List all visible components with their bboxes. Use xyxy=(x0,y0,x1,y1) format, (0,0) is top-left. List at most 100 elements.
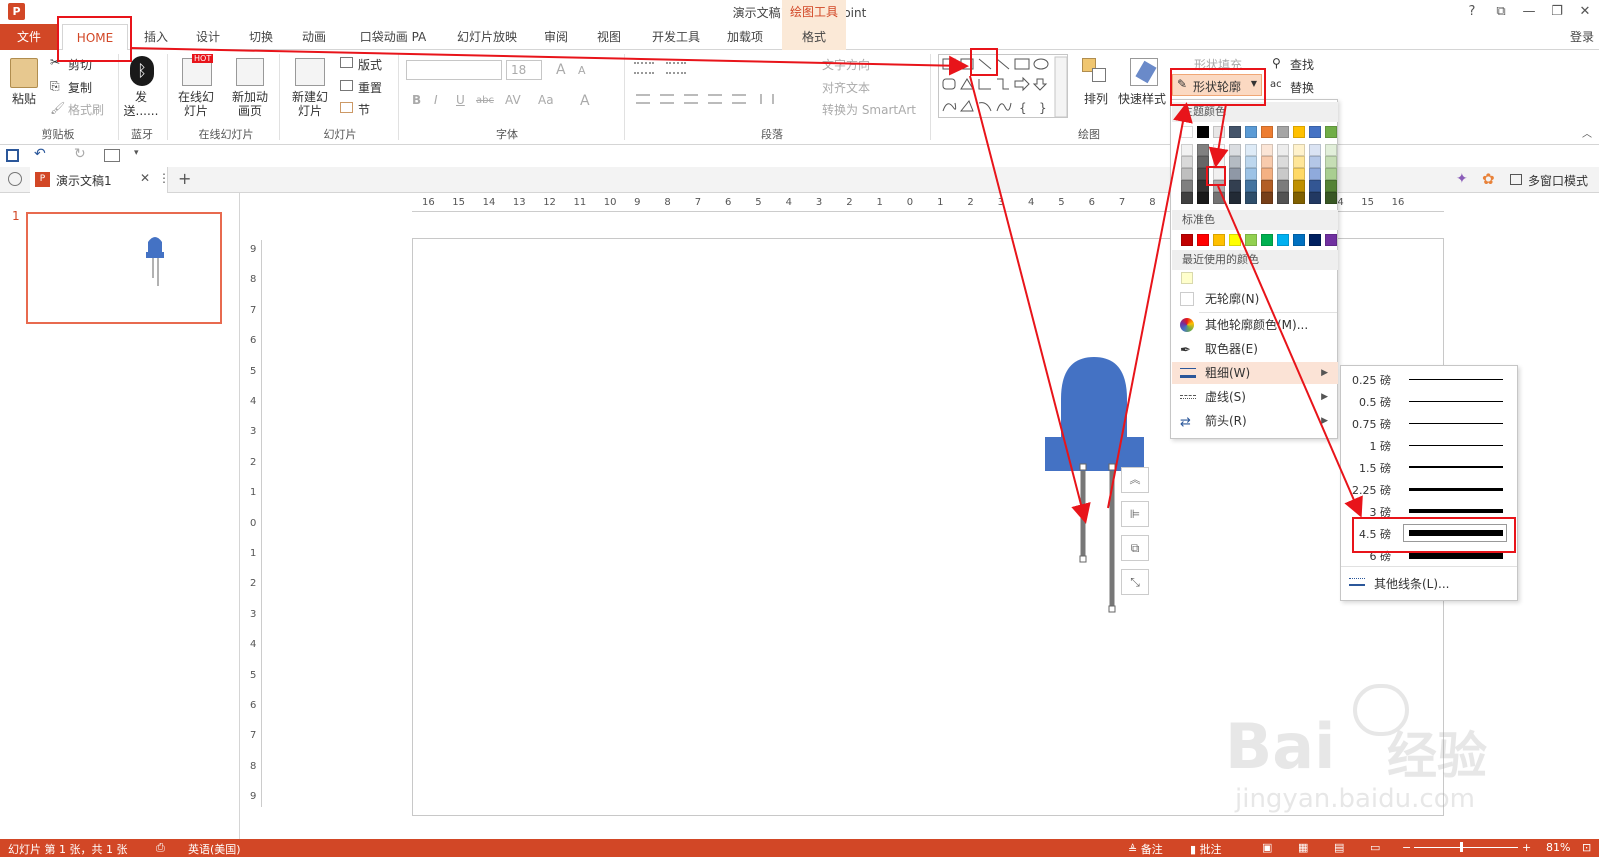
tab-home[interactable]: HOME xyxy=(62,24,128,51)
color-swatch[interactable] xyxy=(1181,192,1193,204)
color-swatch[interactable] xyxy=(1229,234,1241,246)
color-swatch[interactable] xyxy=(1277,144,1289,156)
weight-option[interactable]: 0.5 磅 xyxy=(1341,390,1517,412)
color-swatch[interactable] xyxy=(1229,144,1241,156)
color-swatch[interactable] xyxy=(1261,234,1273,246)
shapes-gallery[interactable]: { } xyxy=(938,54,1068,118)
align-center-icon[interactable] xyxy=(660,94,674,104)
color-swatch[interactable] xyxy=(1309,180,1321,192)
color-swatch[interactable] xyxy=(1261,192,1273,204)
color-swatch[interactable] xyxy=(1213,126,1225,138)
color-swatch[interactable] xyxy=(1213,192,1225,204)
shape-outline-button[interactable]: ✎ 形状轮廓 ▼ xyxy=(1172,74,1262,96)
color-swatch[interactable] xyxy=(1325,180,1337,192)
close-button[interactable]: ✕ xyxy=(1574,3,1596,21)
weight-option[interactable]: 1.5 磅 xyxy=(1341,456,1517,478)
weight-option[interactable]: 1 磅 xyxy=(1341,434,1517,456)
new-animation-page-icon[interactable] xyxy=(236,58,264,86)
align-right-icon[interactable] xyxy=(684,94,698,104)
online-slides-button[interactable]: 在线幻灯片 xyxy=(174,90,218,118)
save-icon[interactable] xyxy=(6,149,19,162)
multiwindow-button[interactable]: 多窗口模式 xyxy=(1528,172,1588,189)
color-swatch[interactable] xyxy=(1229,168,1241,180)
color-swatch[interactable] xyxy=(1197,180,1209,192)
cut-button[interactable]: 剪切 xyxy=(68,56,92,73)
slideshow-start-icon[interactable] xyxy=(104,149,120,162)
zoom-level[interactable]: 81% xyxy=(1546,841,1570,854)
multiwindow-icon[interactable] xyxy=(1510,174,1522,185)
tab-developer[interactable]: 开发工具 xyxy=(645,24,707,50)
color-swatch[interactable] xyxy=(1181,272,1193,284)
tab-transitions[interactable]: 切换 xyxy=(243,24,279,50)
new-animation-page-button[interactable]: 新加动画页 xyxy=(228,90,272,118)
columns-icon[interactable] xyxy=(760,94,774,104)
char-spacing-button[interactable]: AV xyxy=(505,93,521,107)
color-swatch[interactable] xyxy=(1181,180,1193,192)
arrows-item[interactable]: ⇄ 箭头(R) ▶ xyxy=(1172,410,1338,432)
color-swatch[interactable] xyxy=(1245,156,1257,168)
color-swatch[interactable] xyxy=(1293,156,1305,168)
color-swatch[interactable] xyxy=(1213,156,1225,168)
color-swatch[interactable] xyxy=(1229,180,1241,192)
bullets-icon[interactable] xyxy=(634,62,654,74)
reset-button[interactable]: 重置 xyxy=(358,79,382,96)
color-swatch[interactable] xyxy=(1309,234,1321,246)
login-link[interactable]: 登录 xyxy=(1570,28,1594,45)
numbering-icon[interactable] xyxy=(666,62,686,74)
bluetooth-icon[interactable]: ᛒ xyxy=(130,56,154,86)
tab-file[interactable]: 文件 xyxy=(0,24,58,50)
color-swatch[interactable] xyxy=(1261,126,1273,138)
color-swatch[interactable] xyxy=(1325,168,1337,180)
color-swatch[interactable] xyxy=(1229,156,1241,168)
tab-addins[interactable]: 加载项 xyxy=(720,24,770,50)
color-swatch[interactable] xyxy=(1261,156,1273,168)
ribbon-display-button[interactable]: ⧉ xyxy=(1490,3,1512,21)
color-swatch[interactable] xyxy=(1197,192,1209,204)
color-swatch[interactable] xyxy=(1245,192,1257,204)
color-swatch[interactable] xyxy=(1309,168,1321,180)
bluetooth-send-button[interactable]: 发送...... xyxy=(123,90,159,118)
close-tab-icon[interactable]: ✕ xyxy=(140,171,150,185)
more-lines-item[interactable]: 其他线条(L)... xyxy=(1341,572,1517,592)
color-swatch[interactable] xyxy=(1245,144,1257,156)
new-tab-icon[interactable]: + xyxy=(178,169,191,188)
weight-option[interactable]: 0.25 磅 xyxy=(1341,368,1517,390)
normal-view-icon[interactable]: ▣ xyxy=(1262,841,1272,854)
layout-button[interactable]: 版式 xyxy=(358,56,382,73)
color-swatch[interactable] xyxy=(1293,126,1305,138)
color-swatch[interactable] xyxy=(1197,126,1209,138)
tab-view[interactable]: 视图 xyxy=(591,24,627,50)
replace-button[interactable]: 替换 xyxy=(1290,79,1314,96)
star-icon[interactable]: ✦ xyxy=(1456,171,1468,187)
color-swatch[interactable] xyxy=(1229,192,1241,204)
paste-icon[interactable] xyxy=(10,58,38,88)
weight-option[interactable]: 6 磅 xyxy=(1341,544,1517,566)
maximize-button[interactable]: ❐ xyxy=(1546,3,1568,21)
dashes-item[interactable]: 虚线(S) ▶ xyxy=(1172,386,1338,408)
color-swatch[interactable] xyxy=(1261,144,1273,156)
align-left-icon[interactable] xyxy=(636,94,650,104)
color-swatch[interactable] xyxy=(1293,144,1305,156)
tab-animations[interactable]: 动画 xyxy=(296,24,332,50)
slideshow-view-icon[interactable]: ▭ xyxy=(1370,841,1380,854)
text-direction-button[interactable]: 文字方向 xyxy=(822,56,870,73)
zoom-out-button[interactable]: − xyxy=(1402,841,1411,854)
color-swatch[interactable] xyxy=(1309,126,1321,138)
font-size-combo[interactable]: 18 xyxy=(506,60,542,80)
color-swatch[interactable] xyxy=(1245,234,1257,246)
history-icon[interactable] xyxy=(8,172,22,186)
undo-icon[interactable]: ↶ xyxy=(34,146,46,162)
weight-option[interactable]: 0.75 磅 xyxy=(1341,412,1517,434)
zoom-slider[interactable] xyxy=(1414,842,1518,852)
tab-design[interactable]: 设计 xyxy=(190,24,226,50)
document-tab[interactable]: P 演示文稿1 ✕ ⋮ xyxy=(30,167,170,193)
minimize-button[interactable]: — xyxy=(1518,3,1540,21)
strikethrough-button[interactable]: abc xyxy=(476,95,494,106)
size-options-icon[interactable]: ⤡ xyxy=(1121,569,1149,595)
color-swatch[interactable] xyxy=(1213,144,1225,156)
color-swatch[interactable] xyxy=(1181,234,1193,246)
spell-check-icon[interactable]: ⎙ xyxy=(156,841,165,855)
no-outline-item[interactable]: 无轮廓(N) xyxy=(1172,288,1338,310)
tab-pocket-animation[interactable]: 口袋动画 PA xyxy=(355,24,431,50)
paste-button[interactable]: 粘贴 xyxy=(12,90,36,107)
